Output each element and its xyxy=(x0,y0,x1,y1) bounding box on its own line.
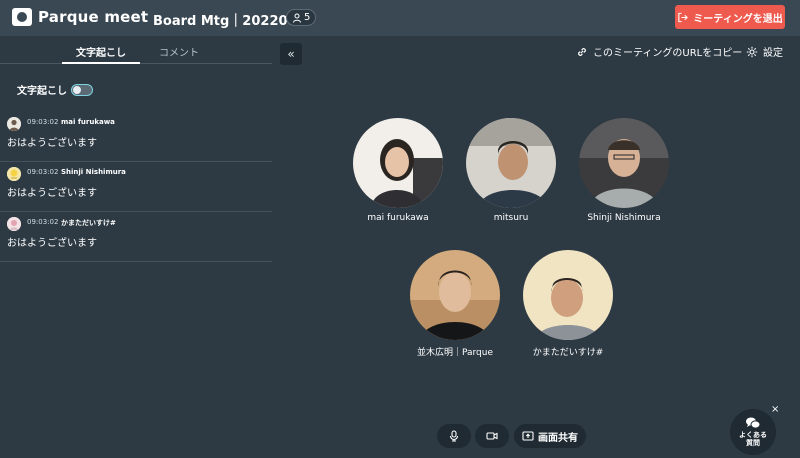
avatar xyxy=(7,117,21,131)
participant-video xyxy=(466,118,556,208)
transcript-list: 09:03:02 mai furukawa おはようございます 09:03:02… xyxy=(0,112,272,262)
transcript-toggle[interactable] xyxy=(71,83,93,96)
transcript-panel: 文字起こし コメント 文字起こし 09:03:02 mai furukawa お… xyxy=(0,36,272,458)
participant-name: mitsuru xyxy=(493,213,529,223)
tab-transcript[interactable]: 文字起こし xyxy=(62,44,140,59)
list-item: 09:03:02 Shinji Nishimura おはようございます xyxy=(0,162,272,212)
microphone-icon xyxy=(449,430,459,442)
top-bar: Parque meet Board Mtg｜20220809 5 ミーティングを… xyxy=(0,0,800,36)
faq-label-line2: 質問 xyxy=(746,439,760,447)
leave-meeting-button[interactable]: ミーティングを退出 xyxy=(675,5,785,29)
entry-time: 09:03:02 xyxy=(27,118,59,126)
gear-icon xyxy=(746,46,758,57)
participant-video xyxy=(353,118,443,208)
active-tab-indicator xyxy=(62,62,140,64)
close-icon[interactable]: × xyxy=(771,404,779,415)
participant-video xyxy=(410,250,500,340)
entry-speaker: Shinji Nishimura xyxy=(61,168,126,176)
tab-comment[interactable]: コメント xyxy=(140,44,218,59)
entry-speaker: mai furukawa xyxy=(61,118,115,126)
participant-name: mai furukawa xyxy=(367,213,429,223)
avatar xyxy=(7,217,21,231)
participant-tile[interactable]: Shinji Nishimura xyxy=(569,118,679,223)
settings-button[interactable]: 設定 xyxy=(746,44,783,59)
entry-time: 09:03:02 xyxy=(27,218,59,226)
app-name: Parque meet xyxy=(38,8,149,26)
entry-time: 09:03:02 xyxy=(27,168,59,176)
participant-video xyxy=(579,118,669,208)
copy-url-label: このミーティングのURLをコピー xyxy=(593,48,743,59)
screen-share-label: 画面共有 xyxy=(538,432,578,444)
list-item: 09:03:02 mai furukawa おはようございます xyxy=(0,112,272,162)
participant-name: かまただいすけ# xyxy=(532,348,604,358)
video-camera-icon xyxy=(486,432,498,440)
screen-share-button[interactable]: 画面共有 xyxy=(514,424,586,448)
logo-icon xyxy=(12,8,32,26)
app-logo: Parque meet xyxy=(12,8,148,26)
participant-video xyxy=(523,250,613,340)
participant-tile[interactable]: mai furukawa xyxy=(343,118,453,223)
panel-tabs: 文字起こし コメント xyxy=(0,36,272,64)
entry-speaker: かまただいすけ# xyxy=(61,219,116,227)
participant-name: Shinji Nishimura xyxy=(587,213,661,223)
leave-meeting-label: ミーティングを退出 xyxy=(693,13,783,25)
participant-name: 並木広明｜Parque xyxy=(416,348,494,358)
participant-tile[interactable]: かまただいすけ# xyxy=(513,250,623,358)
link-icon xyxy=(578,47,586,56)
entry-text: おはようございます xyxy=(7,138,97,149)
collapse-panel-button[interactable]: « xyxy=(280,43,302,65)
exit-icon xyxy=(678,12,689,22)
screen-share-icon xyxy=(522,431,534,441)
microphone-button[interactable] xyxy=(437,424,471,448)
entry-text: おはようございます xyxy=(7,188,97,199)
participant-tile[interactable]: 並木広明｜Parque xyxy=(400,250,510,358)
transcript-toggle-row: 文字起こし xyxy=(17,82,93,97)
faq-button[interactable]: よくある 質問 xyxy=(730,409,776,455)
entry-text: おはようございます xyxy=(7,238,97,249)
copy-url-button[interactable]: このミーティングのURLをコピー xyxy=(576,44,742,59)
chat-bubbles-icon xyxy=(746,417,761,429)
toggle-knob xyxy=(73,85,81,94)
settings-label: 設定 xyxy=(763,48,783,59)
avatar xyxy=(7,167,21,181)
camera-button[interactable] xyxy=(475,424,509,448)
list-item: 09:03:02 かまただいすけ# おはようございます xyxy=(0,212,272,262)
participant-count: 5 xyxy=(304,12,311,23)
participant-tile[interactable]: mitsuru xyxy=(456,118,566,223)
person-icon xyxy=(293,13,301,23)
participant-count-badge[interactable]: 5 xyxy=(286,9,317,26)
transcript-toggle-label: 文字起こし xyxy=(17,86,67,97)
double-chevron-left-icon: « xyxy=(287,47,295,61)
